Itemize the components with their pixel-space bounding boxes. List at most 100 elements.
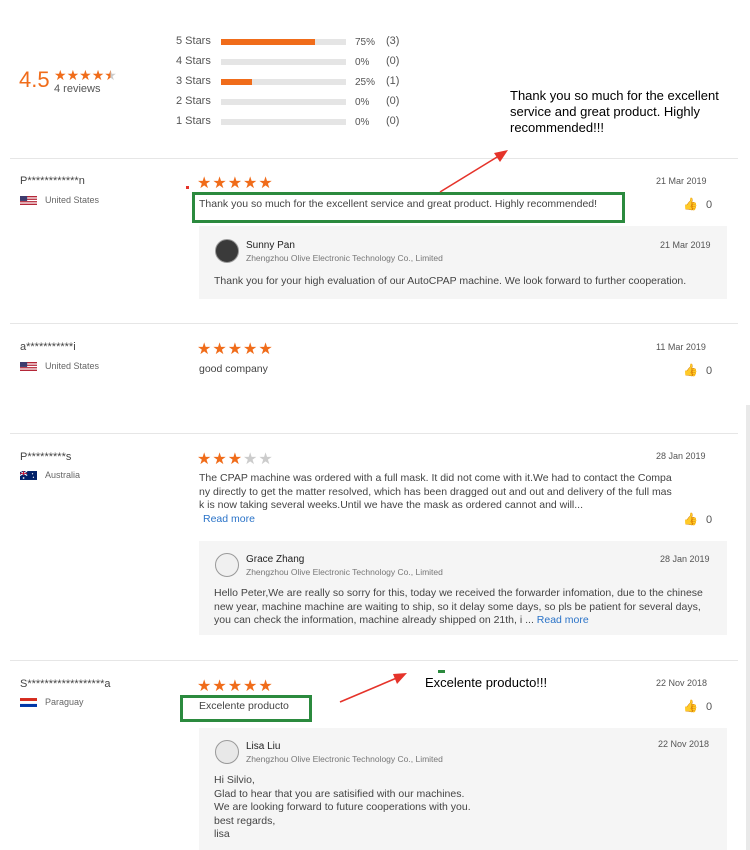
breakdown-count: (0) bbox=[386, 115, 400, 127]
country-label: Australia bbox=[45, 470, 81, 480]
breakdown-label: 3 Stars bbox=[176, 75, 211, 87]
like-count: 0 bbox=[705, 199, 713, 211]
breakdown-percent: 0% bbox=[355, 57, 370, 68]
review-stars: ★★★★★ bbox=[197, 341, 274, 359]
reply-text-line: new year, machine machine are waiting to… bbox=[214, 600, 701, 613]
breakdown-label: 4 Stars bbox=[176, 55, 211, 67]
star-icon: ★ bbox=[197, 175, 212, 192]
star-icon: ★ bbox=[227, 341, 243, 358]
review-text: good company bbox=[199, 363, 268, 375]
progress-fill bbox=[221, 79, 253, 85]
australia-flag-icon bbox=[20, 470, 37, 481]
green-marker bbox=[438, 670, 445, 673]
progress-bar bbox=[221, 99, 346, 105]
breakdown-row: 2 Stars 0% (0) bbox=[176, 95, 416, 113]
review-stars: ★★★★★ bbox=[197, 451, 274, 469]
read-more-link[interactable]: Read more bbox=[537, 614, 589, 626]
paraguay-flag-icon bbox=[20, 698, 37, 708]
like-button[interactable]: 👍 0 bbox=[683, 197, 712, 211]
country-label: United States bbox=[45, 195, 100, 205]
country-label: Paraguay bbox=[45, 697, 84, 707]
reviewer-country: Paraguay bbox=[20, 697, 84, 708]
star-icon: ★ bbox=[212, 175, 227, 192]
reviewer-name: S******************a bbox=[20, 678, 111, 690]
star-icon: ★ bbox=[243, 341, 258, 358]
reply-text-line: Hi Silvio, bbox=[214, 774, 255, 786]
reply-text: Hi Silvio, Glad to hear that you are sat… bbox=[214, 774, 471, 842]
reply-date: 28 Jan 2019 bbox=[660, 554, 710, 564]
reply-date: 22 Nov 2018 bbox=[658, 739, 710, 749]
thumbs-up-icon: 👍 bbox=[683, 197, 698, 211]
reply-company: Zhengzhou Olive Electronic Technology Co… bbox=[246, 567, 443, 577]
breakdown-label: 2 Stars bbox=[176, 95, 211, 107]
avatar bbox=[215, 553, 239, 577]
breakdown-count: (3) bbox=[386, 35, 400, 47]
star-icon: ★ bbox=[197, 341, 212, 358]
average-rating: 4.5 bbox=[19, 67, 50, 92]
reply-text-line: Hello Peter,We are really so sorry for t… bbox=[214, 587, 703, 599]
red-marker bbox=[186, 186, 189, 189]
empty-star-icon: ★ bbox=[243, 451, 258, 468]
star-icon: ★ bbox=[258, 678, 273, 695]
annotation-note: Thank you so much for the excellent serv… bbox=[510, 88, 719, 135]
breakdown-row: 5 Stars 75% (3) bbox=[176, 35, 416, 53]
us-flag-icon bbox=[20, 196, 37, 206]
divider bbox=[10, 158, 738, 159]
review-text: Excelente producto bbox=[199, 700, 289, 712]
review-stars: ★★★★★ bbox=[197, 678, 274, 696]
reviewer-country: United States bbox=[20, 195, 99, 206]
reviewer-country: Australia bbox=[20, 470, 80, 481]
read-more-link[interactable]: Read more bbox=[199, 513, 672, 527]
review-date: 21 Mar 2019 bbox=[656, 176, 707, 186]
star-icon: ★ bbox=[243, 175, 258, 192]
progress-bar bbox=[221, 59, 346, 65]
review-text-line: k is now taking several weeks.Until we h… bbox=[199, 499, 584, 511]
like-count: 0 bbox=[705, 701, 713, 713]
breakdown-label: 5 Stars bbox=[176, 35, 211, 47]
like-count: 0 bbox=[705, 365, 713, 377]
star-icon: ★ bbox=[91, 67, 105, 83]
breakdown-percent: 0% bbox=[355, 97, 370, 108]
divider bbox=[10, 433, 738, 434]
reply-author: Sunny Pan bbox=[246, 240, 295, 251]
seller-reply: Sunny Pan Zhengzhou Olive Electronic Tec… bbox=[199, 226, 727, 299]
scrollbar[interactable] bbox=[746, 405, 750, 850]
star-icon: ★ bbox=[243, 678, 258, 695]
thumbs-up-icon: 👍 bbox=[683, 363, 698, 377]
breakdown-label: 1 Stars bbox=[176, 115, 211, 127]
avatar bbox=[215, 239, 239, 263]
like-count: 0 bbox=[705, 514, 713, 526]
reply-text-line: Glad to hear that you are satisified wit… bbox=[214, 787, 465, 800]
divider bbox=[10, 660, 738, 661]
review-text: Thank you so much for the excellent serv… bbox=[199, 198, 598, 210]
like-button[interactable]: 👍 0 bbox=[683, 512, 712, 526]
reply-text: Hello Peter,We are really so sorry for t… bbox=[214, 587, 703, 628]
reply-text: Thank you for your high evaluation of ou… bbox=[214, 275, 687, 287]
star-icon: ★ bbox=[54, 67, 67, 83]
reply-author: Lisa Liu bbox=[246, 741, 281, 752]
star-icon: ★ bbox=[227, 175, 243, 192]
divider bbox=[10, 323, 738, 324]
annotation-note: Excelente producto!!! bbox=[425, 675, 548, 690]
thumbs-up-icon: 👍 bbox=[683, 512, 698, 526]
breakdown-row: 3 Stars 25% (1) bbox=[176, 75, 416, 93]
reviews-count: 4 reviews bbox=[54, 83, 101, 95]
reviewer-country: United States bbox=[20, 361, 99, 372]
star-icon: ★ bbox=[227, 678, 243, 695]
review-date: 11 Mar 2019 bbox=[656, 342, 706, 352]
avatar bbox=[215, 740, 239, 764]
progress-bar bbox=[221, 79, 346, 85]
star-icon: ★ bbox=[197, 678, 212, 695]
seller-reply: Lisa Liu Zhengzhou Olive Electronic Tech… bbox=[199, 728, 727, 850]
progress-fill bbox=[221, 39, 315, 45]
review-text-line: The CPAP machine was ordered with a full… bbox=[199, 472, 672, 484]
like-button[interactable]: 👍 0 bbox=[683, 699, 712, 713]
like-button[interactable]: 👍 0 bbox=[683, 363, 712, 377]
reply-text-line: you can check the information, machine a… bbox=[214, 614, 589, 626]
progress-bar bbox=[221, 39, 346, 45]
star-icon: ★ bbox=[212, 341, 227, 358]
breakdown-count: (0) bbox=[386, 55, 400, 67]
star-icon: ★ bbox=[212, 678, 227, 695]
reply-company: Zhengzhou Olive Electronic Technology Co… bbox=[246, 754, 443, 764]
red-arrow-icon bbox=[439, 150, 508, 193]
